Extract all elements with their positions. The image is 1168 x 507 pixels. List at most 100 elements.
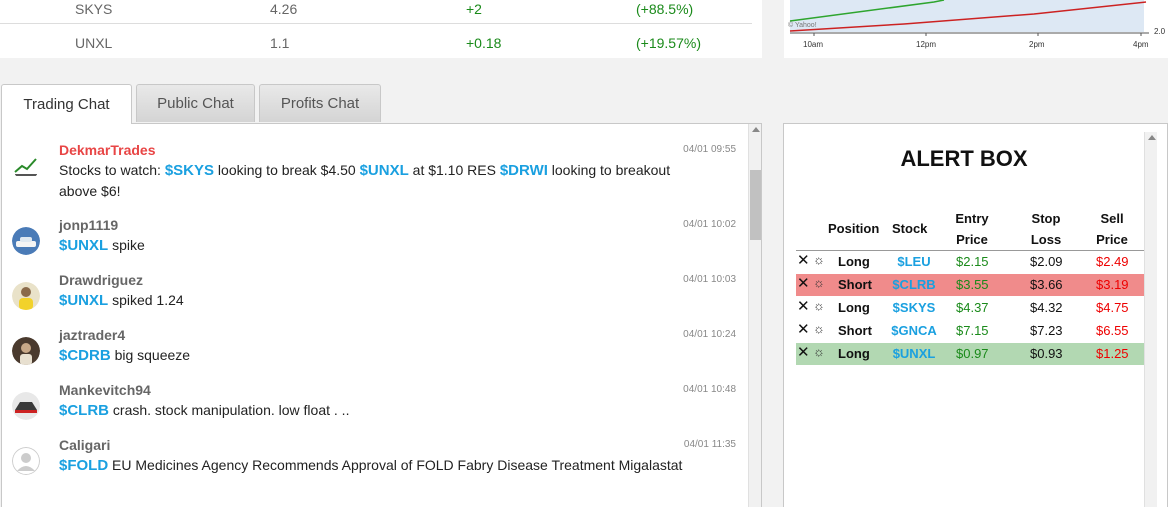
message-text-fragment: spiked 1.24 bbox=[108, 292, 184, 308]
alert-position: Long bbox=[838, 300, 870, 315]
gear-icon[interactable]: ☼ bbox=[813, 298, 825, 313]
close-icon[interactable]: ✕ bbox=[797, 251, 810, 269]
message-text-fragment: spike bbox=[108, 237, 145, 253]
chat-scrollbar[interactable] bbox=[748, 124, 761, 507]
scroll-up-arrow-icon[interactable] bbox=[752, 127, 760, 132]
mini-chart-svg bbox=[789, 0, 1149, 36]
avatar[interactable] bbox=[12, 447, 40, 475]
quote-change: +2 bbox=[466, 1, 482, 17]
message-text-fragment: looking to break $4.50 bbox=[214, 162, 360, 178]
chat-panel[interactable]: DekmarTrades 04/01 09:55 Stocks to watch: … bbox=[1, 123, 762, 507]
chat-timestamp: 04/01 10:02 bbox=[683, 219, 736, 230]
tab-profits-chat[interactable]: Profits Chat bbox=[259, 84, 381, 122]
tab-public-chat[interactable]: Public Chat bbox=[136, 84, 255, 122]
avatar[interactable] bbox=[12, 227, 40, 255]
alert-row[interactable]: ✕ ☼ Long $LEU $2.15 $2.09 $2.49 bbox=[796, 251, 1145, 273]
chat-timestamp: 04/01 11:35 bbox=[683, 439, 736, 450]
chart-watermark: © Yahoo! bbox=[788, 22, 817, 29]
quote-symbol: UNXL bbox=[75, 34, 113, 51]
message-text-fragment: Stocks to watch: bbox=[59, 162, 165, 178]
alert-stop-loss: $0.93 bbox=[1030, 346, 1063, 361]
ticker-link[interactable]: $UNXL bbox=[59, 292, 108, 309]
chat-username[interactable]: Mankevitch94 bbox=[59, 382, 151, 398]
alert-row[interactable]: ✕ ☼ Long $SKYS $4.37 $4.32 $4.75 bbox=[796, 297, 1145, 319]
gear-icon[interactable]: ☼ bbox=[813, 344, 825, 359]
alert-stock-link[interactable]: $GNCA bbox=[884, 323, 944, 338]
alert-row[interactable]: ✕ ☼ Short $GNCA $7.15 $7.23 $6.55 bbox=[796, 320, 1145, 342]
alert-stop-loss: $2.09 bbox=[1030, 254, 1063, 269]
alert-sell-price: $1.25 bbox=[1096, 346, 1129, 361]
header-position: Position bbox=[828, 221, 880, 236]
alert-entry-price: $7.15 bbox=[956, 323, 989, 338]
ticker-link[interactable]: $FOLD bbox=[59, 457, 108, 474]
gear-icon[interactable]: ☼ bbox=[813, 321, 825, 336]
header-entry-line2: Price bbox=[956, 232, 988, 247]
alert-entry-price: $2.15 bbox=[956, 254, 989, 269]
chat-username[interactable]: Caligari bbox=[59, 437, 110, 453]
quote-row[interactable]: SKYS 4.26 +2 (+88.5%) bbox=[0, 0, 752, 24]
avatar[interactable] bbox=[12, 152, 40, 180]
ticker-link[interactable]: $SKYS bbox=[165, 162, 214, 179]
message-text-fragment: big squeeze bbox=[110, 347, 191, 363]
alert-position: Short bbox=[838, 323, 872, 338]
gear-icon[interactable]: ☼ bbox=[813, 275, 825, 290]
scroll-up-arrow-icon[interactable] bbox=[1148, 135, 1156, 140]
close-icon[interactable]: ✕ bbox=[797, 320, 810, 338]
alert-box: ALERT BOX Position Stock Entry Price Sto… bbox=[783, 123, 1168, 507]
message-text-fragment: at $1.10 RES bbox=[408, 162, 500, 178]
alert-row[interactable]: ✕ ☼ Short $CLRB $3.55 $3.66 $3.19 bbox=[796, 274, 1145, 296]
alert-entry-price: $0.97 bbox=[956, 346, 989, 361]
close-icon[interactable]: ✕ bbox=[797, 297, 810, 315]
chart-tick-label: 10am bbox=[803, 40, 824, 49]
chat-username[interactable]: jonp1119 bbox=[59, 217, 118, 233]
tab-trading-chat[interactable]: Trading Chat bbox=[1, 84, 132, 124]
alert-stock-link[interactable]: $SKYS bbox=[884, 300, 944, 315]
chat-message-text: Stocks to watch: $SKYS looking to break … bbox=[59, 160, 709, 202]
chat-username[interactable]: jaztrader4 bbox=[59, 327, 125, 343]
chat-timestamp: 04/01 10:48 bbox=[683, 384, 736, 395]
alert-row[interactable]: ✕ ☼ Long $UNXL $0.97 $0.93 $1.25 bbox=[796, 343, 1145, 365]
alert-stop-loss: $3.66 bbox=[1030, 277, 1063, 292]
avatar[interactable] bbox=[12, 337, 40, 365]
quote-percent: (+19.57%) bbox=[636, 34, 701, 51]
alert-stock-link[interactable]: $LEU bbox=[884, 254, 944, 269]
chat-username[interactable]: Drawdriguez bbox=[59, 272, 143, 288]
chat-timestamp: 04/01 10:03 bbox=[683, 274, 736, 285]
quote-percent: (+88.5%) bbox=[636, 1, 694, 17]
header-entry-price: Entry Price bbox=[949, 208, 995, 250]
alert-sell-price: $4.75 bbox=[1096, 300, 1129, 315]
close-icon[interactable]: ✕ bbox=[797, 343, 810, 361]
chat-timestamp: 04/01 09:55 bbox=[683, 144, 736, 155]
alert-sell-price: $6.55 bbox=[1096, 323, 1129, 338]
header-sell-line2: Price bbox=[1096, 232, 1128, 247]
quote-symbol: SKYS bbox=[75, 1, 113, 17]
gear-icon[interactable]: ☼ bbox=[813, 252, 825, 267]
quote-table: SKYS 4.26 +2 (+88.5%) UNXL 1.1 +0.18 (+1… bbox=[0, 0, 762, 58]
ticker-link[interactable]: $DRWI bbox=[500, 162, 548, 179]
header-entry-line1: Entry bbox=[955, 211, 989, 226]
avatar[interactable] bbox=[12, 282, 40, 310]
header-sell-price: Sell Price bbox=[1089, 208, 1135, 250]
header-stop-line2: Loss bbox=[1030, 232, 1062, 247]
ticker-link[interactable]: $UNXL bbox=[59, 237, 108, 254]
chart-tick-label: 12pm bbox=[916, 40, 937, 49]
avatar[interactable] bbox=[12, 392, 40, 420]
alert-scrollbar[interactable] bbox=[1144, 132, 1157, 507]
chat-message-text: $CLRB crash. stock manipulation. low flo… bbox=[59, 400, 709, 421]
chart-tick-label: 4pm bbox=[1133, 40, 1149, 49]
alert-stock-link[interactable]: $CLRB bbox=[884, 277, 944, 292]
message-text-fragment: EU Medicines Agency Recommends Approval … bbox=[108, 457, 683, 473]
quote-row[interactable]: UNXL 1.1 +0.18 (+19.57%) bbox=[0, 28, 752, 57]
ticker-link[interactable]: $UNXL bbox=[360, 162, 409, 179]
scrollbar-thumb[interactable] bbox=[750, 170, 761, 240]
chat-message-text: $FOLD EU Medicines Agency Recommends App… bbox=[59, 455, 709, 476]
alert-position: Long bbox=[838, 346, 870, 361]
chat-username[interactable]: DekmarTrades bbox=[59, 142, 156, 158]
ticker-link[interactable]: $CDRB bbox=[59, 347, 111, 364]
alert-stock-link[interactable]: $UNXL bbox=[884, 346, 944, 361]
ticker-link[interactable]: $CLRB bbox=[59, 402, 109, 419]
chat-message-text: $UNXL spike bbox=[59, 235, 709, 256]
alert-stop-loss: $7.23 bbox=[1030, 323, 1063, 338]
chat-timestamp: 04/01 10:24 bbox=[683, 329, 736, 340]
close-icon[interactable]: ✕ bbox=[797, 274, 810, 292]
